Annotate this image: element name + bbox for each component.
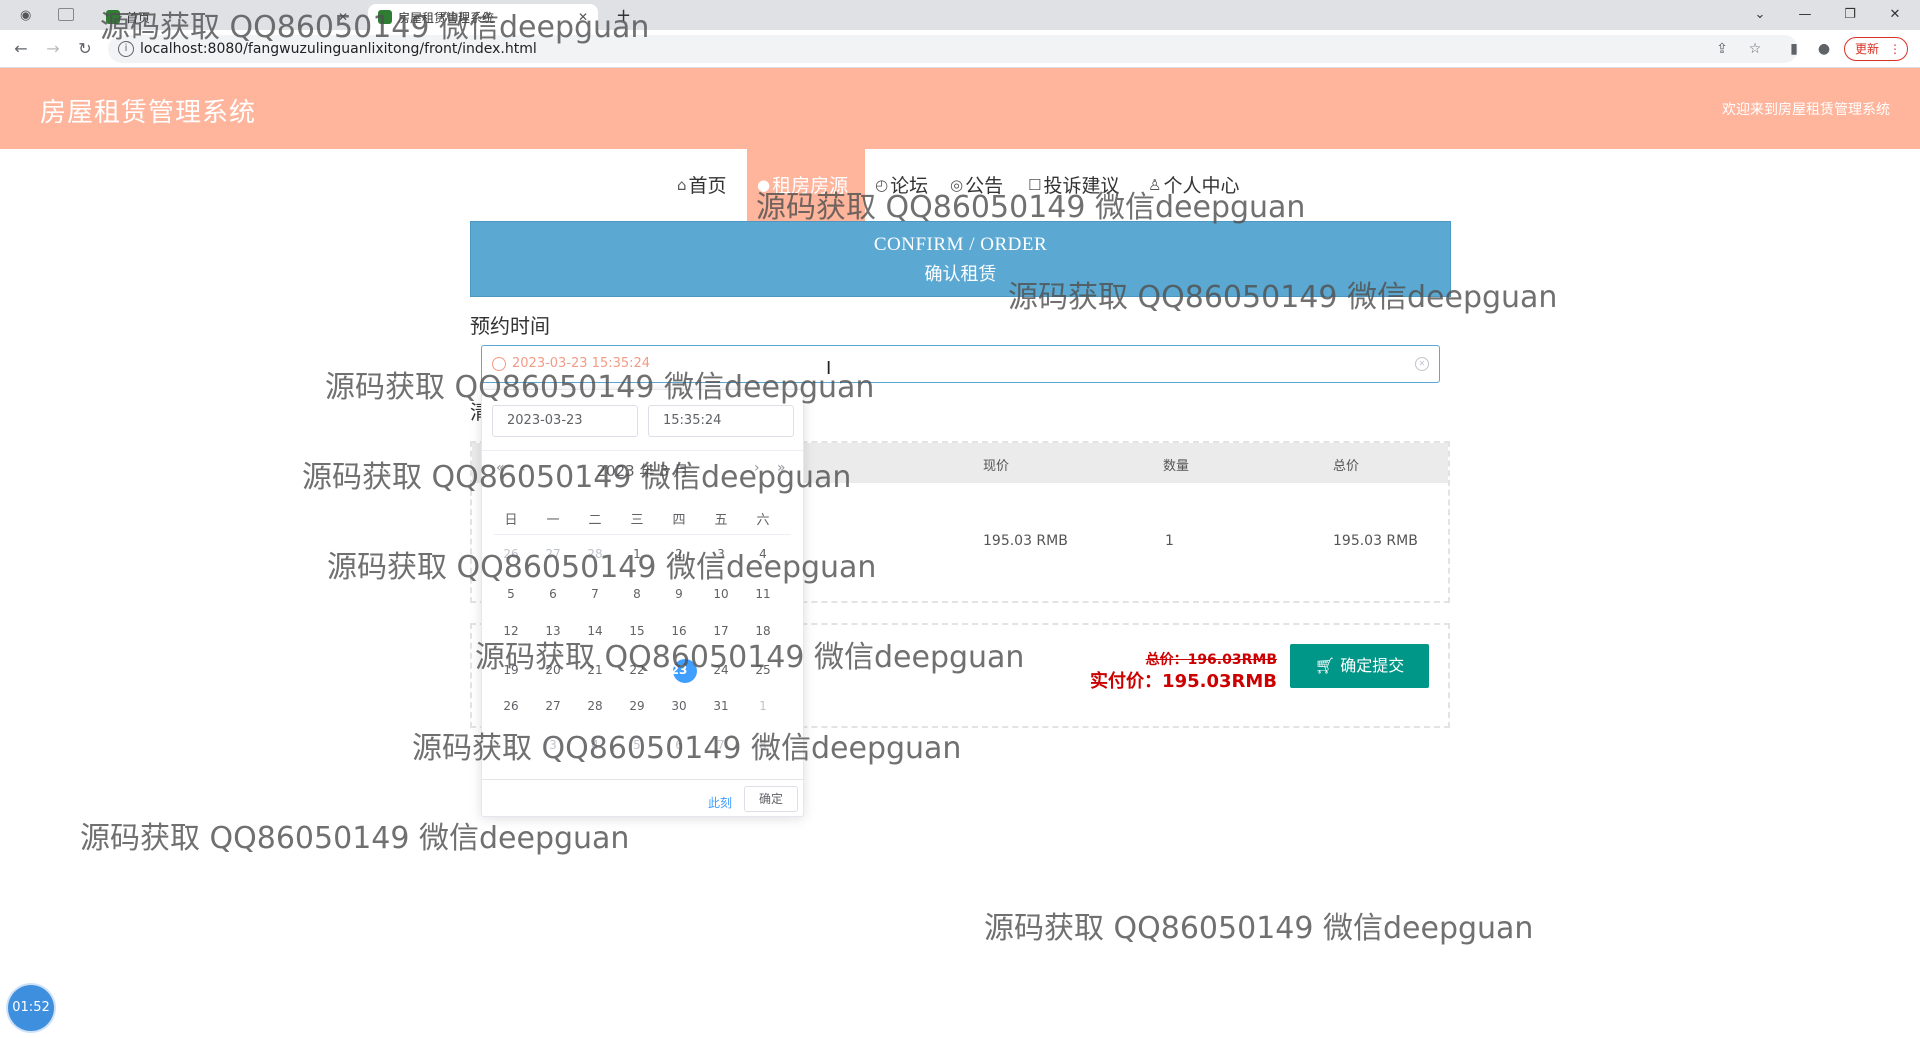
- watermark-text: 源码获取 QQ86050149 微信deepguan: [325, 370, 875, 405]
- update-button[interactable]: 更新 ⋮: [1844, 37, 1908, 61]
- share-icon[interactable]: ⇪: [1712, 39, 1732, 59]
- col-price-header: 现价: [983, 459, 1010, 474]
- weekday-label: 五: [714, 513, 728, 528]
- calendar-day[interactable]: 6: [539, 587, 567, 601]
- weekday-label: 三: [630, 513, 644, 528]
- row-total: 195.03 RMB: [1333, 533, 1418, 549]
- nav-item-label: 首页: [688, 175, 727, 197]
- row-price: 195.03 RMB: [983, 533, 1068, 549]
- tab-search-icon[interactable]: ⌄: [1740, 4, 1780, 26]
- actual-total: 实付价：195.03RMB: [1090, 671, 1277, 692]
- watermark-text: 源码获取 QQ86050149 微信deepguan: [302, 460, 852, 495]
- calendar-day[interactable]: 10: [707, 587, 735, 601]
- picker-time-input[interactable]: 15:35:24: [648, 405, 794, 437]
- calendar-day[interactable]: 7: [581, 587, 609, 601]
- profile-icon[interactable]: ●: [1814, 39, 1834, 59]
- clear-icon[interactable]: ✕: [1415, 357, 1429, 371]
- now-button[interactable]: 此刻: [708, 794, 732, 811]
- calendar-day[interactable]: 27: [539, 699, 567, 713]
- welcome-text: 欢迎来到房屋租赁管理系统: [1722, 102, 1890, 118]
- calendar-day[interactable]: 31: [707, 699, 735, 713]
- banner-title-en: CONFIRM / ORDER: [873, 234, 1048, 255]
- forward-icon[interactable]: →: [42, 38, 64, 60]
- calendar-day[interactable]: 11: [749, 587, 777, 601]
- submit-button[interactable]: 🛒︎ 确定提交: [1290, 644, 1429, 688]
- weekday-label: 四: [672, 513, 686, 528]
- watermark-text: 源码获取 QQ86050149 微信deepguan: [984, 911, 1534, 946]
- divider: [482, 779, 803, 780]
- home-icon: ⌂: [677, 175, 687, 194]
- watermark-text: 源码获取 QQ86050149 微信deepguan: [475, 640, 1025, 675]
- divider: [494, 534, 791, 535]
- calendar-day[interactable]: 29: [623, 699, 651, 713]
- calendar-day[interactable]: 26: [497, 699, 525, 713]
- watermark-text: 源码获取 QQ86050149 微信deepguan: [756, 190, 1306, 225]
- weekday-label: 一: [546, 513, 560, 528]
- col-qty-header: 数量: [1163, 459, 1190, 474]
- weekday-label: 二: [588, 513, 602, 528]
- watermark-text: 源码获取 QQ86050149 微信deepguan: [1008, 280, 1558, 315]
- back-icon[interactable]: ←: [10, 38, 32, 60]
- calendar-day[interactable]: 28: [581, 699, 609, 713]
- site-title: 房屋租赁管理系统: [40, 98, 257, 128]
- submit-label: 确定提交: [1340, 656, 1405, 675]
- sidebar-icon[interactable]: ▮: [1784, 39, 1804, 59]
- watermark-text: 源码获取 QQ86050149 微信deepguan: [100, 10, 650, 45]
- update-label: 更新: [1855, 42, 1880, 56]
- calendar-day[interactable]: 30: [665, 699, 693, 713]
- divider: [482, 450, 803, 451]
- appointment-time-label: 预约时间: [470, 314, 550, 338]
- reload-icon[interactable]: ↻: [74, 38, 96, 60]
- restore-icon[interactable]: ❐: [1830, 4, 1870, 26]
- bookmark-star-icon[interactable]: ☆: [1745, 39, 1765, 59]
- calendar-day[interactable]: 5: [497, 587, 525, 601]
- tab-preview-icon[interactable]: [58, 8, 74, 21]
- calendar-day[interactable]: 1: [749, 699, 777, 713]
- picker-date-input[interactable]: 2023-03-23: [492, 405, 638, 437]
- original-total: 总价：196.03RMB: [1145, 652, 1277, 668]
- close-window-icon[interactable]: ✕: [1875, 4, 1915, 26]
- cart-icon: 🛒︎: [1314, 656, 1336, 675]
- calendar-day[interactable]: 9: [665, 587, 693, 601]
- weekday-label: 日: [504, 513, 518, 528]
- weekday-label: 六: [756, 513, 770, 528]
- recording-timer: 01:52: [8, 985, 54, 1031]
- nav-item-home[interactable]: ⌂ 首页: [677, 171, 727, 198]
- watermark-text: 源码获取 QQ86050149 微信deepguan: [327, 550, 877, 585]
- browser-menu-icon[interactable]: ◉: [20, 8, 31, 23]
- site-header: 房屋租赁管理系统 欢迎来到房屋租赁管理系统: [0, 68, 1920, 149]
- calendar-day[interactable]: 8: [623, 587, 651, 601]
- watermark-text: 源码获取 QQ86050149 微信deepguan: [412, 731, 962, 766]
- confirm-button[interactable]: 确定: [744, 786, 798, 812]
- col-total-header: 总价: [1333, 459, 1360, 474]
- row-qty: 1: [1165, 533, 1174, 549]
- more-menu-icon[interactable]: ⋮: [1889, 38, 1901, 60]
- minimize-icon[interactable]: —: [1785, 4, 1825, 26]
- watermark-text: 源码获取 QQ86050149 微信deepguan: [80, 821, 630, 856]
